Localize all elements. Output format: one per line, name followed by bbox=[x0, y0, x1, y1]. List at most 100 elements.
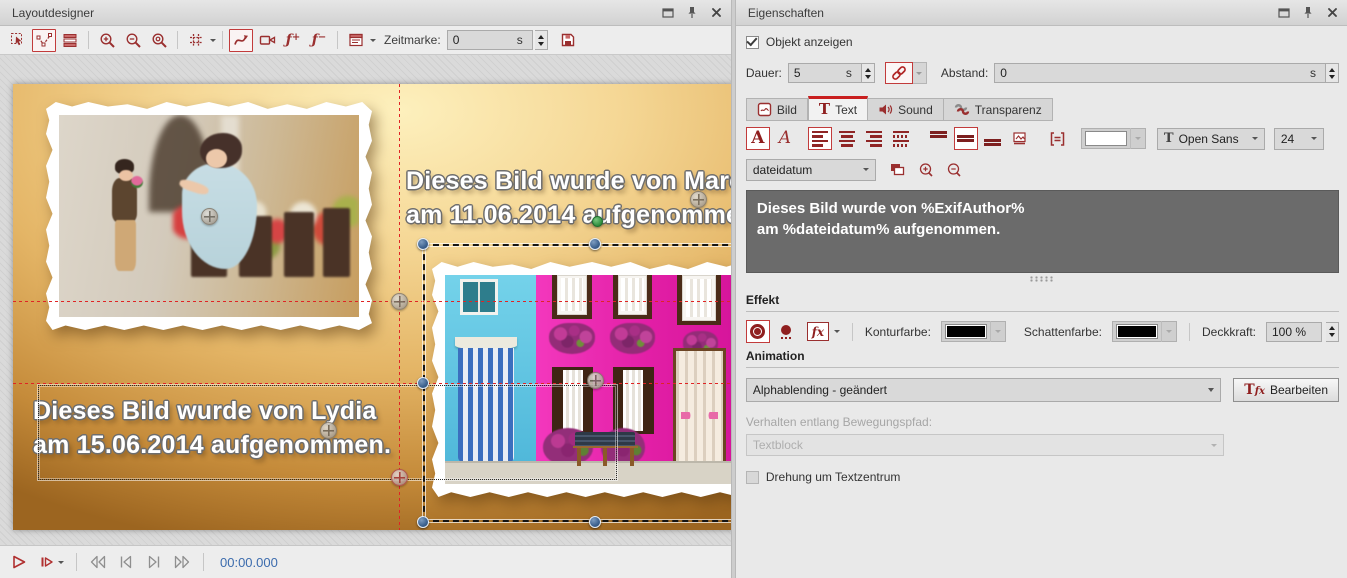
align-center-button[interactable] bbox=[835, 127, 859, 150]
font-color-combo[interactable] bbox=[1081, 128, 1146, 149]
skip-start-button[interactable] bbox=[87, 551, 109, 573]
link-dropdown-caret[interactable] bbox=[913, 62, 927, 84]
drehung-label: Drehung um Textzentrum bbox=[766, 470, 901, 484]
motion-path-tool-button[interactable] bbox=[32, 29, 56, 52]
fx-effect-button[interactable]: fx bbox=[806, 320, 830, 343]
zeitmarke-input[interactable]: 0 s bbox=[447, 30, 533, 50]
font-size-combo[interactable]: 24 bbox=[1274, 128, 1324, 150]
selection-handle-nw[interactable] bbox=[417, 238, 429, 250]
maximize-icon[interactable] bbox=[661, 6, 675, 19]
selection-handle-w[interactable] bbox=[417, 377, 429, 389]
resize-grip[interactable] bbox=[746, 275, 1339, 283]
valign-top-button[interactable] bbox=[927, 127, 951, 150]
font-color-swatch bbox=[1085, 131, 1127, 146]
objekt-anzeigen-checkbox[interactable] bbox=[746, 36, 759, 49]
text-zoom-in-button[interactable] bbox=[914, 158, 938, 181]
eigenschaften-titlebar: Eigenschaften bbox=[736, 0, 1347, 26]
fx-dropdown-caret[interactable] bbox=[834, 330, 840, 333]
play-from-button[interactable] bbox=[36, 551, 66, 573]
selection-box[interactable] bbox=[423, 244, 731, 522]
bearbeiten-button[interactable]: Tfx Bearbeiten bbox=[1233, 378, 1339, 402]
playback-bar: 00:00.000 bbox=[0, 545, 731, 578]
selection-handle-s[interactable] bbox=[589, 516, 601, 528]
variable-combo[interactable]: dateidatum bbox=[746, 159, 876, 181]
align-left-button[interactable] bbox=[808, 127, 832, 150]
italic-button[interactable]: A bbox=[773, 127, 797, 150]
selection-handle-sw[interactable] bbox=[417, 516, 429, 528]
text-object-button[interactable] bbox=[344, 29, 368, 52]
valign-middle-button[interactable] bbox=[954, 127, 978, 150]
pin-icon[interactable] bbox=[1301, 6, 1315, 19]
animation-combo[interactable]: Alphablending - geändert bbox=[746, 378, 1221, 402]
anchor-handle-photo1[interactable] bbox=[201, 208, 218, 225]
align-right-button[interactable] bbox=[862, 127, 886, 150]
next-frame-button[interactable] bbox=[143, 551, 165, 573]
deckkraft-stepper[interactable] bbox=[1326, 322, 1339, 342]
text-content-editor[interactable]: Dieses Bild wurde von %ExifAuthor% am %d… bbox=[746, 190, 1339, 273]
tab-sound[interactable]: Sound bbox=[868, 98, 944, 121]
tfx-icon: Tfx bbox=[1244, 383, 1265, 397]
drehung-checkbox[interactable] bbox=[746, 471, 759, 484]
grid-button[interactable] bbox=[184, 29, 208, 52]
dauer-stepper[interactable] bbox=[862, 63, 875, 83]
keyframe-add-button[interactable]: ƒ+ bbox=[281, 29, 305, 52]
grid-dropdown-caret[interactable] bbox=[210, 39, 216, 42]
variable-row: dateidatum bbox=[746, 158, 1339, 181]
schattenfarbe-combo[interactable] bbox=[1112, 321, 1177, 342]
previous-frame-button[interactable] bbox=[115, 551, 137, 573]
konturfarbe-swatch bbox=[945, 324, 987, 339]
deckkraft-input[interactable]: 100 % bbox=[1266, 322, 1322, 342]
text-zoom-out-button[interactable] bbox=[942, 158, 966, 181]
skip-end-button[interactable] bbox=[171, 551, 193, 573]
panel-title: Eigenschaften bbox=[748, 6, 1277, 20]
pin-icon[interactable] bbox=[685, 6, 699, 19]
insert-variable-button[interactable] bbox=[886, 158, 910, 181]
layers-button[interactable] bbox=[58, 29, 82, 52]
abstand-input[interactable]: 0 s bbox=[994, 63, 1326, 83]
dauer-label: Dauer: bbox=[746, 66, 782, 80]
text-on-image-button[interactable] bbox=[1008, 127, 1032, 150]
tab-bild[interactable]: Bild bbox=[746, 98, 808, 121]
shadow-effect-button[interactable] bbox=[774, 320, 798, 343]
anchor-handle-lydia-corner[interactable] bbox=[391, 469, 408, 486]
align-justify-button[interactable] bbox=[889, 127, 913, 150]
animation-row: Alphablending - geändert Tfx Bearbeiten bbox=[746, 378, 1339, 402]
tab-text[interactable]: T Text bbox=[808, 96, 868, 121]
camera-button[interactable] bbox=[255, 29, 279, 52]
link-duration-button[interactable] bbox=[885, 62, 913, 84]
slide-canvas[interactable]: Dieses Bild wurde von Marco am 11.06.201… bbox=[13, 84, 731, 530]
objekt-anzeigen-label: Objekt anzeigen bbox=[766, 35, 853, 49]
abstand-stepper[interactable] bbox=[1326, 63, 1339, 83]
anchor-handle-lydia-text[interactable] bbox=[320, 422, 337, 439]
keyframe-remove-button[interactable]: ƒ− bbox=[307, 29, 331, 52]
canvas-text-marco[interactable]: Dieses Bild wurde von Marco am 11.06.201… bbox=[406, 164, 731, 232]
anchor-handle-photo2[interactable] bbox=[587, 372, 604, 389]
zoom-in-button[interactable] bbox=[95, 29, 119, 52]
bold-button[interactable]: A bbox=[746, 127, 770, 150]
selection-handle-n[interactable] bbox=[589, 238, 601, 250]
font-family-combo[interactable]: T Open Sans bbox=[1157, 128, 1265, 150]
text-object-dropdown-caret[interactable] bbox=[370, 39, 376, 42]
valign-bottom-button[interactable] bbox=[981, 127, 1005, 150]
autofit-text-button[interactable] bbox=[1046, 127, 1070, 150]
close-icon[interactable] bbox=[1325, 6, 1339, 19]
playback-time: 00:00.000 bbox=[220, 555, 278, 570]
anchor-handle-guide[interactable] bbox=[391, 293, 408, 310]
outline-effect-button[interactable] bbox=[746, 320, 770, 343]
konturfarbe-combo[interactable] bbox=[941, 321, 1006, 342]
play-button[interactable] bbox=[8, 551, 30, 573]
dauer-input[interactable]: 5 s bbox=[788, 63, 862, 83]
anchor-handle-marco-text[interactable] bbox=[690, 191, 707, 208]
save-button[interactable] bbox=[556, 29, 580, 52]
zeitmarke-stepper[interactable] bbox=[535, 30, 548, 50]
zoom-fit-button[interactable] bbox=[147, 29, 171, 52]
maximize-icon[interactable] bbox=[1277, 6, 1291, 19]
close-icon[interactable] bbox=[709, 6, 723, 19]
curve-mode-button[interactable] bbox=[229, 29, 253, 52]
tab-transparenz[interactable]: Transparenz bbox=[944, 98, 1053, 121]
canvas-workspace: Dieses Bild wurde von Marco am 11.06.201… bbox=[0, 55, 731, 545]
verhalten-combo: Textblock bbox=[746, 434, 1224, 456]
rotation-handle[interactable] bbox=[592, 216, 603, 227]
select-tool-button[interactable] bbox=[6, 29, 30, 52]
zoom-out-button[interactable] bbox=[121, 29, 145, 52]
